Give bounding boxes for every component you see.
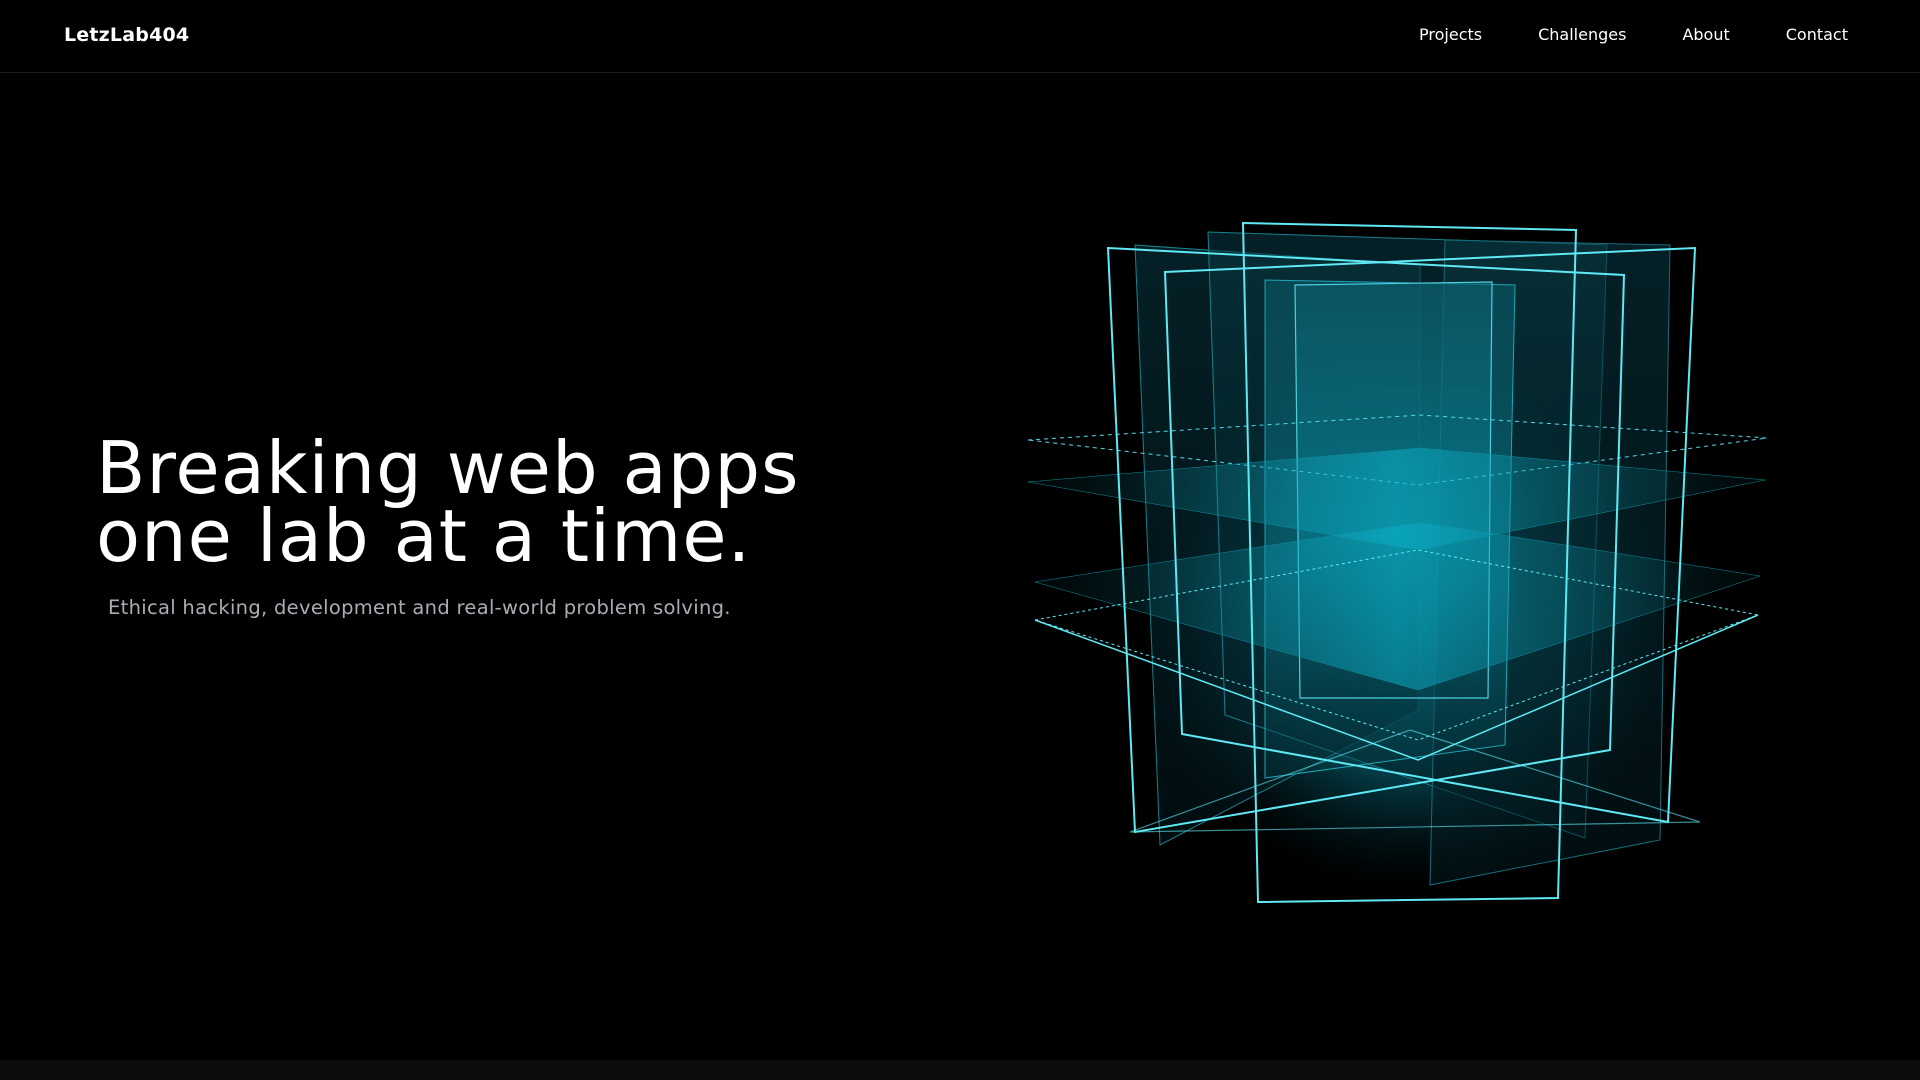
hero-title: Breaking web apps one lab at a time. [96, 426, 800, 578]
nav-link-about[interactable]: About [1682, 25, 1729, 44]
nav-link-contact[interactable]: Contact [1786, 25, 1848, 44]
nav-link-challenges[interactable]: Challenges [1538, 25, 1626, 44]
hero-3d-layers-illustration [1027, 221, 1768, 904]
nav-links: Projects Challenges About Contact [1419, 25, 1848, 44]
hero-title-line-2: one lab at a time. [96, 494, 752, 578]
top-navbar: LetzLab404 Projects Challenges About Con… [0, 0, 1920, 73]
footer-strip [0, 1060, 1920, 1080]
brand-logo-link[interactable]: LetzLab404 [64, 24, 189, 46]
hero-title-line-1: Breaking web apps [96, 426, 800, 510]
hero-subtitle: Ethical hacking, development and real-wo… [108, 596, 731, 619]
nav-link-projects[interactable]: Projects [1419, 25, 1482, 44]
